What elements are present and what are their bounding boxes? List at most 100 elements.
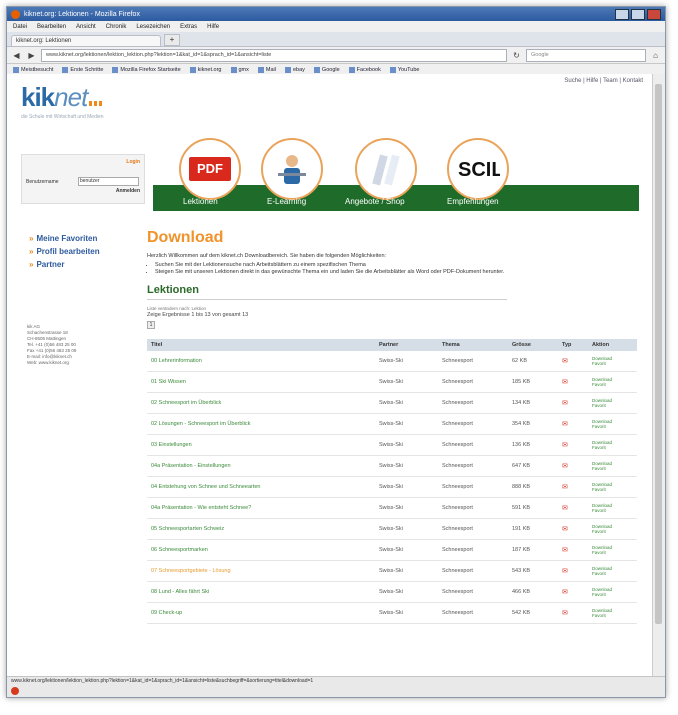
- table-row: 02 Schneesport im Überblick Swiss-Ski Schn…: [147, 392, 637, 414]
- column-header-title[interactable]: Titel: [147, 339, 375, 351]
- bookmark-item[interactable]: kiknet.org: [189, 67, 222, 73]
- row-title[interactable]: 01 Ski Wissen: [147, 371, 375, 393]
- minimize-button[interactable]: [615, 8, 629, 20]
- row-title[interactable]: 02 Schneesport im Überblick: [147, 392, 375, 414]
- favorite-link[interactable]: Favorit: [592, 508, 633, 513]
- home-icon[interactable]: ⌂: [650, 50, 661, 61]
- menu-item-bearbeiten[interactable]: Bearbeiten: [37, 24, 66, 30]
- row-partner: Swiss-Ski: [375, 581, 438, 603]
- favorite-link[interactable]: Favorit: [592, 403, 633, 408]
- page-number[interactable]: 1: [147, 321, 155, 329]
- row-theme: Schneesport: [438, 539, 508, 561]
- bookmark-item[interactable]: Erste Schritte: [62, 67, 103, 73]
- nav-elearning[interactable]: [261, 138, 323, 200]
- addon-icon[interactable]: [11, 687, 19, 695]
- menu-item-chronik[interactable]: Chronik: [106, 24, 127, 30]
- nav-label-lektionen[interactable]: Lektionen: [183, 197, 218, 206]
- bookmark-icon: [348, 67, 355, 73]
- sidebar-item-profil[interactable]: » Profil bearbeiten: [29, 245, 100, 258]
- favorite-link[interactable]: Favorit: [592, 466, 633, 471]
- reload-icon[interactable]: ↻: [511, 50, 522, 61]
- sidebar-item-partner[interactable]: » Partner: [29, 258, 100, 271]
- favorite-link[interactable]: Favorit: [592, 424, 633, 429]
- row-theme: Schneesport: [438, 371, 508, 393]
- sidebar-item-favoriten[interactable]: » Meine Favoriten: [29, 232, 100, 245]
- column-header-partner[interactable]: Partner: [375, 339, 438, 351]
- row-title[interactable]: 00 Lehrerinformation: [147, 351, 375, 372]
- bookmark-item[interactable]: ebay: [284, 67, 305, 73]
- url-bar[interactable]: www.kiknet.org/lektionen/lektion_lektion…: [41, 48, 507, 62]
- row-partner: Swiss-Ski: [375, 497, 438, 519]
- row-title[interactable]: 09 Check-up: [147, 602, 375, 624]
- row-title[interactable]: 06 Schneesportmarken: [147, 539, 375, 561]
- nav-label-empfehlungen[interactable]: Empfehlungen: [447, 197, 499, 206]
- search-input[interactable]: Google: [526, 48, 646, 62]
- nav-empfehlungen[interactable]: SCIL: [447, 138, 509, 200]
- menu-item-datei[interactable]: Datei: [13, 24, 27, 30]
- shop-icon: [372, 154, 400, 186]
- row-partner: Swiss-Ski: [375, 539, 438, 561]
- pdf-file-icon: ✉: [558, 434, 588, 456]
- row-theme: Schneesport: [438, 392, 508, 414]
- bookmark-item[interactable]: Mail: [257, 67, 276, 73]
- row-theme: Schneesport: [438, 497, 508, 519]
- menu-item-ansicht[interactable]: Ansicht: [76, 24, 96, 30]
- row-title[interactable]: 08 Lund - Alles fährt Ski: [147, 581, 375, 603]
- nav-angebote[interactable]: [355, 138, 417, 200]
- row-actions: Download Favorit: [588, 434, 637, 456]
- row-title[interactable]: 03 Einstellungen: [147, 434, 375, 456]
- row-title[interactable]: 04 Entstehung von Schnee und Schneearten: [147, 476, 375, 498]
- favorite-link[interactable]: Favorit: [592, 445, 633, 450]
- row-size: 62 KB: [508, 351, 558, 372]
- row-title[interactable]: 04a Präsentation - Wie entsteht Schnee?: [147, 497, 375, 519]
- site-logo[interactable]: kiknet: [21, 82, 104, 113]
- column-header-action: Aktion: [588, 339, 637, 351]
- top-links[interactable]: Suche | Hilfe | Team | Kontakt: [564, 78, 643, 84]
- favorite-link[interactable]: Favorit: [592, 592, 633, 597]
- scrollbar-thumb[interactable]: [655, 84, 662, 624]
- bookmark-item[interactable]: Mozilla Firefox Startseite: [112, 67, 181, 73]
- favorite-link[interactable]: Favorit: [592, 571, 633, 576]
- bookmark-item[interactable]: Meistbesucht: [13, 67, 53, 73]
- menu-item-extras[interactable]: Extras: [180, 24, 197, 30]
- login-button[interactable]: Anmelden: [116, 188, 140, 194]
- row-actions: Download Favorit: [588, 602, 637, 624]
- username-field[interactable]: benutzer: [78, 177, 139, 186]
- status-url: www.kiknet.org/lektionen/lektion_lektion…: [11, 678, 314, 684]
- nav-label-angebote[interactable]: Angebote / Shop: [345, 197, 405, 206]
- favorite-link[interactable]: Favorit: [592, 382, 633, 387]
- column-header-size[interactable]: Grösse: [508, 339, 558, 351]
- favorite-link[interactable]: Favorit: [592, 613, 633, 618]
- favorite-link[interactable]: Favorit: [592, 487, 633, 492]
- sort-label[interactable]: Liste verändern nach: Lektion: [147, 306, 637, 311]
- maximize-button[interactable]: [631, 8, 645, 20]
- bookmark-item[interactable]: gmx: [230, 67, 249, 73]
- favorite-link[interactable]: Favorit: [592, 529, 633, 534]
- row-size: 647 KB: [508, 455, 558, 477]
- star-icon: »: [29, 234, 34, 243]
- row-title[interactable]: 02 Lösungen - Schneesport im Überblick: [147, 413, 375, 435]
- row-title[interactable]: 07 Schneesportgebiete - Lösung: [147, 560, 375, 582]
- row-title[interactable]: 05 Schneesportarten Schweiz: [147, 518, 375, 540]
- row-title[interactable]: 04a Präsentation - Einstellungen: [147, 455, 375, 477]
- favorite-link[interactable]: Favorit: [592, 361, 633, 366]
- tab-lektionen[interactable]: kiknet.org: Lektionen: [11, 35, 161, 46]
- bookmark-icon: [189, 67, 196, 73]
- menu-item-hilfe[interactable]: Hilfe: [207, 24, 219, 30]
- pdf-file-icon: ✉: [558, 581, 588, 603]
- favorite-link[interactable]: Favorit: [592, 550, 633, 555]
- new-tab-button[interactable]: +: [164, 34, 180, 46]
- window-title: kiknet.org: Lektionen - Mozilla Firefox: [24, 10, 140, 18]
- column-header-theme[interactable]: Thema: [438, 339, 508, 351]
- nav-label-elearning[interactable]: E-Learning: [267, 197, 306, 206]
- menu-item-lesezeichen[interactable]: Lesezeichen: [136, 24, 170, 30]
- close-button[interactable]: [647, 8, 661, 20]
- pdf-file-icon: ✉: [558, 560, 588, 582]
- back-icon[interactable]: ◀: [11, 50, 22, 61]
- bookmark-item[interactable]: Facebook: [348, 67, 381, 73]
- nav-lektionen[interactable]: PDF: [179, 138, 241, 200]
- bookmark-item[interactable]: YouTube: [389, 67, 419, 73]
- bookmark-item[interactable]: Google: [313, 67, 340, 73]
- forward-icon[interactable]: ▶: [26, 50, 37, 61]
- vertical-scrollbar[interactable]: [652, 74, 665, 677]
